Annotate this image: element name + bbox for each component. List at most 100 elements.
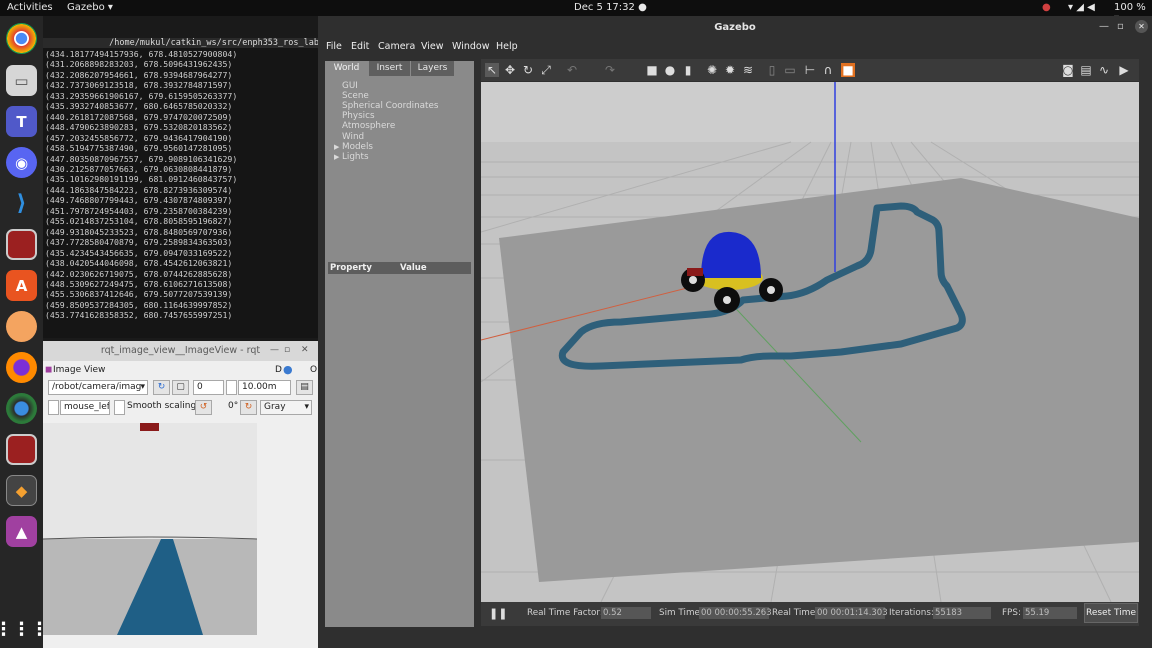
tree-lights[interactable]: Lights xyxy=(342,152,369,162)
tree-wind[interactable]: Wind xyxy=(342,132,364,142)
rotate-left-button[interactable]: ↺ xyxy=(195,400,212,415)
video-icon[interactable]: ▶ xyxy=(1117,63,1131,77)
tree-physics[interactable]: Physics xyxy=(342,111,375,121)
terminal-window[interactable]: (434.18177494157936, 678.4810527900804)(… xyxy=(43,38,319,338)
minimize-button[interactable]: — xyxy=(270,345,279,355)
redo-icon[interactable]: ↷ xyxy=(603,63,617,77)
mango-icon[interactable] xyxy=(6,311,37,342)
max-depth-spinbox[interactable]: 10.00m xyxy=(238,380,291,395)
directional-light-icon[interactable]: ≋ xyxy=(741,63,755,77)
mouse-checkbox[interactable] xyxy=(48,400,59,415)
help-button[interactable]: D xyxy=(275,365,282,375)
firefox-icon[interactable] xyxy=(6,352,37,383)
files-icon[interactable]: ▭ xyxy=(6,65,37,96)
clock[interactable]: Dec 5 17:32 ● xyxy=(574,2,647,13)
sphere-icon[interactable]: ● xyxy=(663,63,677,77)
activities-button[interactable]: Activities xyxy=(7,2,53,13)
depth-checkbox[interactable] xyxy=(226,380,237,395)
menu-edit[interactable]: Edit xyxy=(351,41,369,52)
refresh-button[interactable]: ↻ xyxy=(153,380,170,395)
menu-help[interactable]: Help xyxy=(496,41,518,52)
log-icon[interactable]: ▤ xyxy=(1079,63,1093,77)
app-menu[interactable]: Gazebo ▾ xyxy=(67,2,113,13)
align-icon[interactable]: ⊢ xyxy=(803,63,817,77)
gazebo-toolbar: ↖ ✥ ↻ ⤢ ↶ ↷ ■ ● ▮ ✺ ✹ ≋ ▯ ▭ ⊢ ∩ ■ ◙ ▤ ∿ … xyxy=(481,59,1139,81)
tree-models[interactable]: Models xyxy=(342,142,373,152)
translate-icon[interactable]: ✥ xyxy=(503,63,517,77)
tab-layers[interactable]: Layers xyxy=(411,61,454,76)
copy-icon[interactable]: ▯ xyxy=(765,63,779,77)
topic-select[interactable]: /robot/camera/imag ▾ xyxy=(48,380,148,395)
software-icon[interactable]: A xyxy=(6,270,37,301)
close-button[interactable]: ✕ xyxy=(301,345,309,355)
chrome-icon[interactable] xyxy=(6,23,37,54)
terminal-line: (457.2032455856772, 679.9436417904190) xyxy=(45,132,233,143)
camera-image xyxy=(43,423,257,635)
tree-scene[interactable]: Scene xyxy=(342,91,369,101)
reset-time-button[interactable]: Reset Time xyxy=(1084,603,1138,623)
box-icon[interactable]: ■ xyxy=(645,63,659,77)
terminal2-icon[interactable] xyxy=(6,434,37,465)
tree-spherical[interactable]: Spherical Coordinates xyxy=(342,101,439,111)
select-icon[interactable]: ↖ xyxy=(485,63,499,77)
point-light-icon[interactable]: ✺ xyxy=(705,63,719,77)
plot-icon[interactable]: ∿ xyxy=(1097,63,1111,77)
smooth-checkbox[interactable] xyxy=(114,400,125,415)
maximize-button[interactable]: ▫ xyxy=(284,345,290,355)
screenshot-icon[interactable]: ◙ xyxy=(1061,63,1075,77)
menubar: File Edit Camera View Window Help xyxy=(318,39,1152,55)
apps-grid-icon[interactable]: ⋮⋮⋮ xyxy=(0,614,49,645)
menu-file[interactable]: File xyxy=(326,41,342,52)
status-bar: ❚❚ Real Time Factor: 0.52 Sim Time: 00 0… xyxy=(481,602,1139,626)
maximize-button[interactable]: ▫ xyxy=(1117,21,1124,32)
menu-window[interactable]: Window xyxy=(452,41,489,52)
scene-viewport[interactable] xyxy=(481,82,1139,602)
rotate-right-button[interactable]: ↻ xyxy=(240,400,257,415)
scale-icon[interactable]: ⤢ xyxy=(539,63,553,77)
tree-gui[interactable]: GUI xyxy=(342,81,358,91)
tree-atmosphere[interactable]: Atmosphere xyxy=(342,121,395,131)
reload-icon[interactable]: ● xyxy=(283,363,293,376)
rotate-icon[interactable]: ↻ xyxy=(521,63,535,77)
expand-icon[interactable]: ▶ xyxy=(334,152,339,162)
record-icon: ● xyxy=(1042,2,1051,13)
spot-light-icon[interactable]: ✹ xyxy=(723,63,737,77)
mouse-topic-field[interactable]: mouse_left xyxy=(60,400,110,415)
menu-view[interactable]: View xyxy=(421,41,444,52)
close-panel-button[interactable]: O xyxy=(310,365,317,375)
rtf-value: 0.52 xyxy=(601,607,651,619)
terminal-icon[interactable] xyxy=(6,229,37,260)
minimize-button[interactable]: — xyxy=(1099,21,1109,32)
terminal-line: (431.2068898283203, 678.5096431962435) xyxy=(45,59,233,70)
expand-icon[interactable]: ▶ xyxy=(334,142,339,152)
close-button[interactable]: ✕ xyxy=(1135,20,1148,33)
network-icon[interactable]: ▾ ◢ ◀ xyxy=(1068,2,1095,13)
min-depth-spinbox[interactable]: 0 xyxy=(193,380,224,395)
vscode-icon[interactable]: ⟩ xyxy=(6,188,37,219)
snap-icon[interactable]: ∩ xyxy=(821,63,835,77)
paste-icon[interactable]: ▭ xyxy=(783,63,797,77)
gazebo-window[interactable]: Gazebo — ▫ ✕ File Edit Camera View Windo… xyxy=(318,16,1152,648)
rqt-window[interactable]: rqt_image_view__ImageView - rqt — ▫ ✕ ◼ … xyxy=(43,341,318,648)
fps-value: 55.19 xyxy=(1023,607,1077,619)
terminal-line: (451.7978724954403, 679.2358700384239) xyxy=(45,205,233,216)
colormap-select[interactable]: Gray ▾ xyxy=(260,400,312,415)
undo-icon[interactable]: ↶ xyxy=(565,63,579,77)
image-viewer-icon[interactable]: ▲ xyxy=(6,516,37,547)
tab-world[interactable]: World xyxy=(325,61,368,76)
discord-icon[interactable]: ◉ xyxy=(6,147,37,178)
pause-icon[interactable]: ❚❚ xyxy=(489,607,507,620)
terminal-line: (435.4234543456635, 679.0947033169522) xyxy=(45,247,233,258)
tab-insert[interactable]: Insert xyxy=(369,61,410,76)
menu-camera[interactable]: Camera xyxy=(378,41,415,52)
grid-button[interactable]: ▤ xyxy=(296,380,313,395)
gazebo-title: Gazebo xyxy=(714,22,756,33)
save-button[interactable]: ▢ xyxy=(172,380,189,395)
terminal-line: (455.0214837253104, 678.8058595196827) xyxy=(45,216,233,227)
cylinder-icon[interactable]: ▮ xyxy=(681,63,695,77)
terminal-line: (442.0230626719075, 678.0744262885628) xyxy=(45,268,233,279)
browser-icon[interactable] xyxy=(6,393,37,424)
teams-icon[interactable]: T xyxy=(6,106,37,137)
gazebo-icon[interactable]: ◆ xyxy=(6,475,37,506)
record-icon[interactable]: ■ xyxy=(841,63,855,77)
